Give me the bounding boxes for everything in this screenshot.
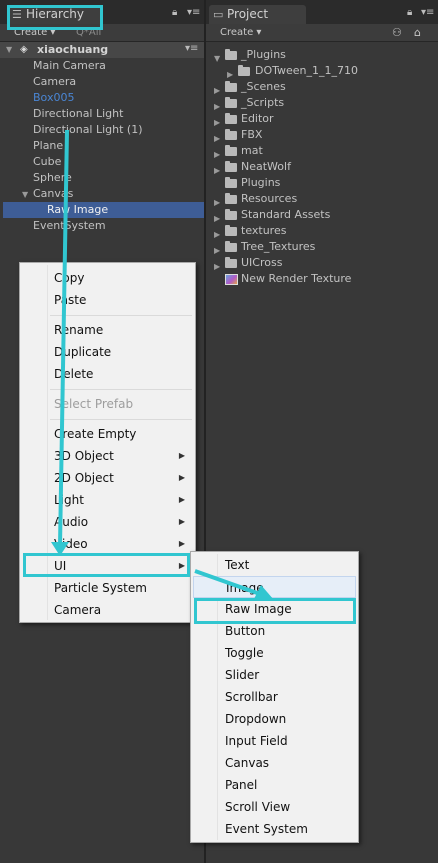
arrow-line-down xyxy=(58,129,69,547)
annotation-arrows xyxy=(51,129,274,601)
arrow-line-right xyxy=(194,569,261,596)
arrow-head-down xyxy=(51,542,69,556)
